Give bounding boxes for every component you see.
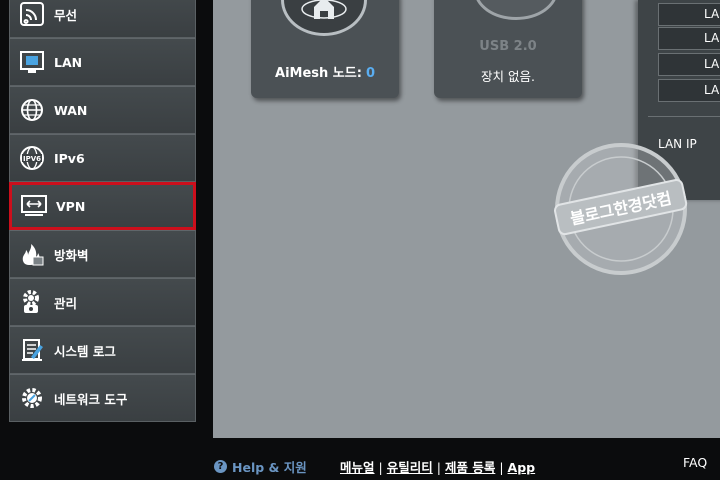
wireless-icon <box>18 0 46 28</box>
usb-status: 장치 없음. <box>481 69 535 84</box>
help-support-link[interactable]: ? Help & 지원 <box>214 457 307 476</box>
svg-text:IPV6: IPV6 <box>23 155 41 163</box>
globe-icon <box>18 96 46 124</box>
product-registration-link[interactable]: 제품 등록 <box>445 460 495 475</box>
usb-title: USB 2.0 <box>479 39 537 54</box>
aimesh-node-count[interactable]: 0 <box>366 66 375 81</box>
sidebar-item-label: WAN <box>54 102 88 118</box>
footer: ? Help & 지원 메뉴얼 | 유틸리티 | 제품 등록 | App FAQ <box>0 448 720 480</box>
sidebar-item-firewall[interactable]: 방화벽 <box>9 230 196 278</box>
sidebar-item-admin[interactable]: 관리 <box>9 278 196 326</box>
sidebar-item-label: 무선 <box>54 7 78 23</box>
usb-device-icon <box>474 0 558 20</box>
sidebar-item-label: 네트워크 도구 <box>54 391 128 407</box>
footer-links: 메뉴얼 | 유틸리티 | 제품 등록 | App <box>340 460 536 475</box>
system-log-icon <box>18 336 46 364</box>
aimesh-node-label: AiMesh 노드: 0 <box>275 66 375 81</box>
sidebar-item-ipv6[interactable]: IPV6 IPv6 <box>9 134 196 182</box>
aimesh-node-icon <box>281 0 367 36</box>
sidebar-item-wan[interactable]: WAN <box>9 86 196 134</box>
sidebar-item-label: VPN <box>56 198 86 214</box>
help-icon: ? <box>214 460 227 473</box>
sidebar-item-network-tools[interactable]: 네트워크 도구 <box>9 374 196 422</box>
firewall-icon <box>18 240 46 268</box>
app-link[interactable]: App <box>508 460 536 475</box>
lan-port-row: LA <box>658 53 720 76</box>
sidebar-item-label: 방화벽 <box>54 247 89 263</box>
sidebar-item-wireless[interactable]: 무선 <box>9 0 196 38</box>
sidebar-nav: 무선 LAN WAN IPV6 IPv6 VPN 방화벽 관리 시스템 로그 네… <box>9 0 196 422</box>
sidebar-item-label: 시스템 로그 <box>54 343 116 359</box>
lan-port-row: LA <box>658 27 720 50</box>
network-tools-icon <box>18 384 46 412</box>
sidebar-item-lan[interactable]: LAN <box>9 38 196 86</box>
sidebar-item-label: 관리 <box>54 295 78 311</box>
divider <box>648 116 720 117</box>
admin-gear-icon <box>18 288 46 316</box>
sidebar-item-system-log[interactable]: 시스템 로그 <box>9 326 196 374</box>
help-support-label: Help & 지원 <box>232 460 307 475</box>
faq-link[interactable]: FAQ <box>683 455 707 470</box>
sidebar-item-vpn[interactable]: VPN <box>9 182 196 230</box>
vpn-icon <box>20 192 48 220</box>
sidebar-item-label: IPv6 <box>54 150 85 166</box>
usb-card[interactable]: USB 2.0 장치 없음. <box>434 0 582 98</box>
manual-link[interactable]: 메뉴얼 <box>340 460 375 475</box>
utility-link[interactable]: 유틸리티 <box>387 460 433 475</box>
ipv6-icon: IPV6 <box>18 144 46 172</box>
lan-icon <box>18 48 46 76</box>
sidebar-item-label: LAN <box>54 54 83 70</box>
watermark-stamp: 블로그한경닷컴 <box>552 140 690 278</box>
lan-port-row: LA <box>658 3 720 26</box>
lan-port-row: LA <box>658 79 720 102</box>
aimesh-card[interactable]: AiMesh 노드: 0 <box>251 0 399 98</box>
